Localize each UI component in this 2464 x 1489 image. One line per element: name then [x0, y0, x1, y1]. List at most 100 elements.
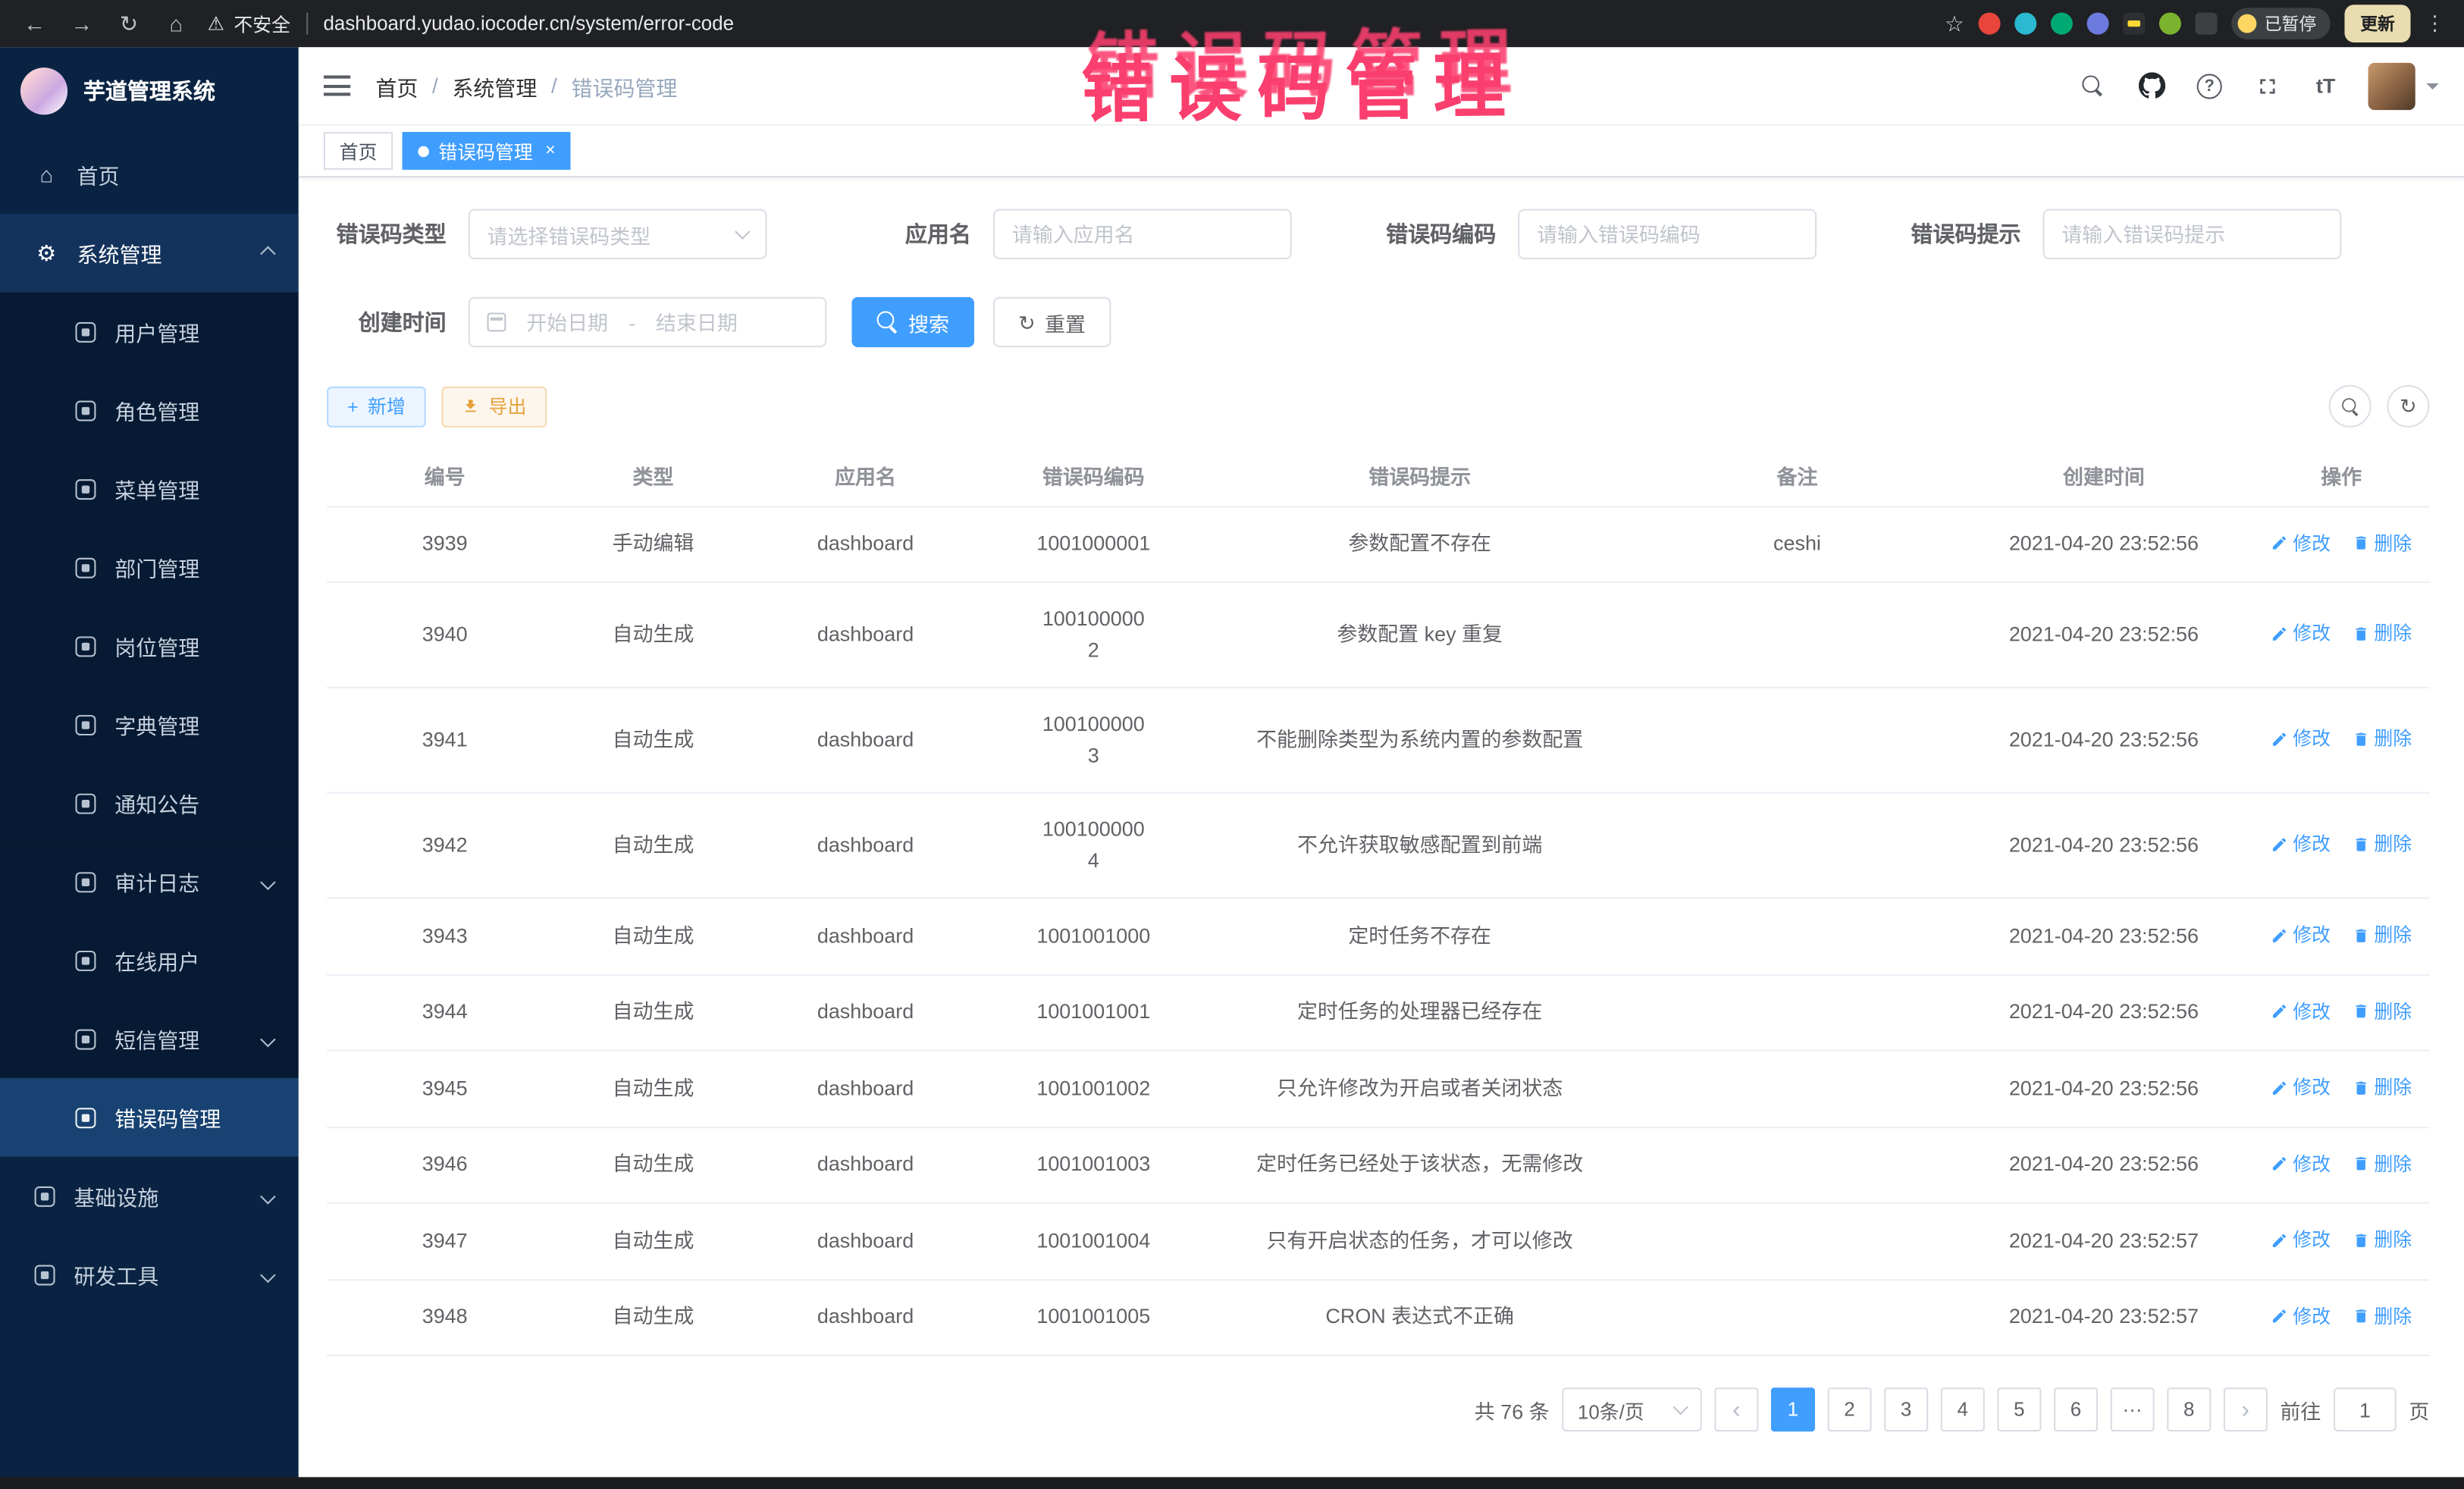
- update-button[interactable]: 更新: [2344, 5, 2410, 42]
- cell-actions: 修改 删除: [2253, 688, 2429, 793]
- page-button-4[interactable]: 4: [1941, 1387, 1985, 1431]
- page-button-6[interactable]: 6: [2054, 1387, 2098, 1431]
- delete-button[interactable]: 删除: [2352, 1148, 2412, 1179]
- delete-button[interactable]: 删除: [2352, 618, 2412, 649]
- cell-id: 3946: [327, 1127, 563, 1203]
- bookmark-star-icon[interactable]: ☆: [1945, 10, 1964, 36]
- page-ellipsis[interactable]: ···: [2111, 1387, 2155, 1431]
- next-page-button[interactable]: ›: [2224, 1387, 2268, 1431]
- user-avatar[interactable]: [2368, 62, 2415, 109]
- prev-page-button[interactable]: ‹: [1714, 1387, 1758, 1431]
- edit-button[interactable]: 修改: [2271, 829, 2331, 860]
- sidebar-item-users[interactable]: 用户管理: [0, 293, 299, 371]
- delete-button[interactable]: 删除: [2352, 829, 2412, 860]
- sidebar-item-online-users[interactable]: 在线用户: [0, 921, 299, 1000]
- sidebar-item-error-code[interactable]: 错误码管理: [0, 1078, 299, 1157]
- github-icon[interactable]: [2133, 67, 2171, 105]
- page-button-2[interactable]: 2: [1827, 1387, 1871, 1431]
- tab-home[interactable]: 首页: [324, 132, 393, 170]
- sidebar-item-devtools[interactable]: 研发工具: [0, 1235, 299, 1314]
- edit-button[interactable]: 修改: [2271, 920, 2331, 951]
- sidebar-item-sms[interactable]: 短信管理: [0, 999, 299, 1078]
- back-icon[interactable]: ←: [19, 11, 50, 36]
- delete-button[interactable]: 删除: [2352, 920, 2412, 951]
- sidebar-item-audit-log[interactable]: 审计日志: [0, 842, 299, 921]
- search-button[interactable]: 搜索: [851, 297, 974, 347]
- fullscreen-icon[interactable]: [2249, 67, 2287, 105]
- extension-icon[interactable]: [2051, 13, 2073, 35]
- delete-button[interactable]: 删除: [2352, 1300, 2412, 1331]
- toggle-search-button[interactable]: [2329, 385, 2372, 428]
- home-icon: ⌂: [35, 163, 58, 187]
- edit-button[interactable]: 修改: [2271, 723, 2331, 754]
- extension-icon[interactable]: [2123, 13, 2145, 35]
- sidebar-item-roles[interactable]: 角色管理: [0, 371, 299, 450]
- tab-close-icon[interactable]: ×: [545, 142, 555, 161]
- page-button-1[interactable]: 1: [1771, 1387, 1815, 1431]
- hamburger-menu-icon[interactable]: [324, 75, 350, 96]
- create-time-range[interactable]: -: [469, 297, 827, 347]
- sidebar-item-posts[interactable]: 岗位管理: [0, 607, 299, 685]
- page-size-select[interactable]: 10条/页: [1562, 1387, 1701, 1431]
- edit-button[interactable]: 修改: [2271, 527, 2331, 558]
- breadcrumb-item-home[interactable]: 首页: [375, 70, 418, 101]
- extension-icon[interactable]: [1979, 13, 2001, 35]
- edit-button[interactable]: 修改: [2271, 1300, 2331, 1331]
- jump-page-input[interactable]: [2334, 1387, 2397, 1431]
- page-button-5[interactable]: 5: [1997, 1387, 2041, 1431]
- sidebar-item-menus[interactable]: 菜单管理: [0, 450, 299, 528]
- chevron-down-icon: [260, 1267, 276, 1283]
- sidebar-item-departments[interactable]: 部门管理: [0, 528, 299, 607]
- sidebar-item-notices[interactable]: 通知公告: [0, 763, 299, 842]
- sidebar-item-home[interactable]: ⌂ 首页: [0, 135, 299, 214]
- error-hint-input[interactable]: [2061, 222, 2322, 246]
- edit-button[interactable]: 修改: [2271, 995, 2331, 1027]
- reload-icon[interactable]: ↻: [113, 10, 144, 36]
- sidebar-item-dictionary[interactable]: 字典管理: [0, 685, 299, 764]
- table-refresh-button[interactable]: ↻: [2387, 385, 2429, 428]
- home-button-icon[interactable]: ⌂: [160, 11, 191, 36]
- chevron-down-icon[interactable]: [2426, 83, 2439, 96]
- add-button[interactable]: + 新增: [327, 386, 426, 427]
- error-type-select[interactable]: 请选择错误码类型: [469, 209, 767, 259]
- cell-actions: 修改 删除: [2253, 506, 2429, 582]
- edit-button[interactable]: 修改: [2271, 618, 2331, 649]
- end-date-input[interactable]: [645, 310, 749, 334]
- edit-button[interactable]: 修改: [2271, 1224, 2331, 1255]
- help-button[interactable]: ?: [2190, 67, 2228, 105]
- header-search-button[interactable]: [2074, 67, 2112, 105]
- page-button-8[interactable]: 8: [2167, 1387, 2211, 1431]
- edit-button[interactable]: 修改: [2271, 1148, 2331, 1179]
- export-button[interactable]: 导出: [441, 386, 547, 427]
- extension-icon[interactable]: [2014, 13, 2036, 35]
- cell-code: 1001001002: [987, 1051, 1199, 1127]
- app-name-input[interactable]: [1012, 222, 1273, 246]
- delete-button[interactable]: 删除: [2352, 1224, 2412, 1255]
- reset-button[interactable]: ↻ 重置: [993, 297, 1111, 347]
- app-logo: 芋道管理系统: [0, 47, 299, 135]
- error-code-input[interactable]: [1537, 222, 1798, 246]
- tab-error-code[interactable]: 错误码管理 ×: [403, 132, 572, 170]
- start-date-input[interactable]: [516, 310, 619, 334]
- logo-avatar-image: [20, 67, 67, 114]
- extension-icon[interactable]: [2159, 13, 2181, 35]
- forward-icon[interactable]: →: [66, 11, 97, 36]
- delete-button[interactable]: 删除: [2352, 723, 2412, 754]
- breadcrumb-item-system[interactable]: 系统管理: [452, 70, 537, 101]
- font-size-icon[interactable]: tT: [2307, 67, 2345, 105]
- cell-code: 100100000 4: [987, 793, 1199, 898]
- security-chip[interactable]: ⚠ 不安全: [208, 10, 290, 36]
- page-button-3[interactable]: 3: [1884, 1387, 1928, 1431]
- edit-button[interactable]: 修改: [2271, 1072, 2331, 1103]
- delete-button[interactable]: 删除: [2352, 527, 2412, 558]
- sidebar-item-system[interactable]: ⚙ 系统管理: [0, 214, 299, 293]
- delete-button[interactable]: 删除: [2352, 1072, 2412, 1103]
- extension-pin-icon[interactable]: [2196, 13, 2218, 35]
- browser-menu-icon[interactable]: ⋮: [2425, 11, 2445, 36]
- url-text[interactable]: dashboard.yudao.iocoder.cn/system/error-…: [324, 13, 735, 35]
- sidebar-item-infrastructure[interactable]: 基础设施: [0, 1157, 299, 1236]
- delete-button[interactable]: 删除: [2352, 995, 2412, 1027]
- profile-paused-badge[interactable]: 已暂停: [2231, 8, 2331, 39]
- extension-icon[interactable]: [2087, 13, 2109, 35]
- role-icon: [75, 400, 96, 421]
